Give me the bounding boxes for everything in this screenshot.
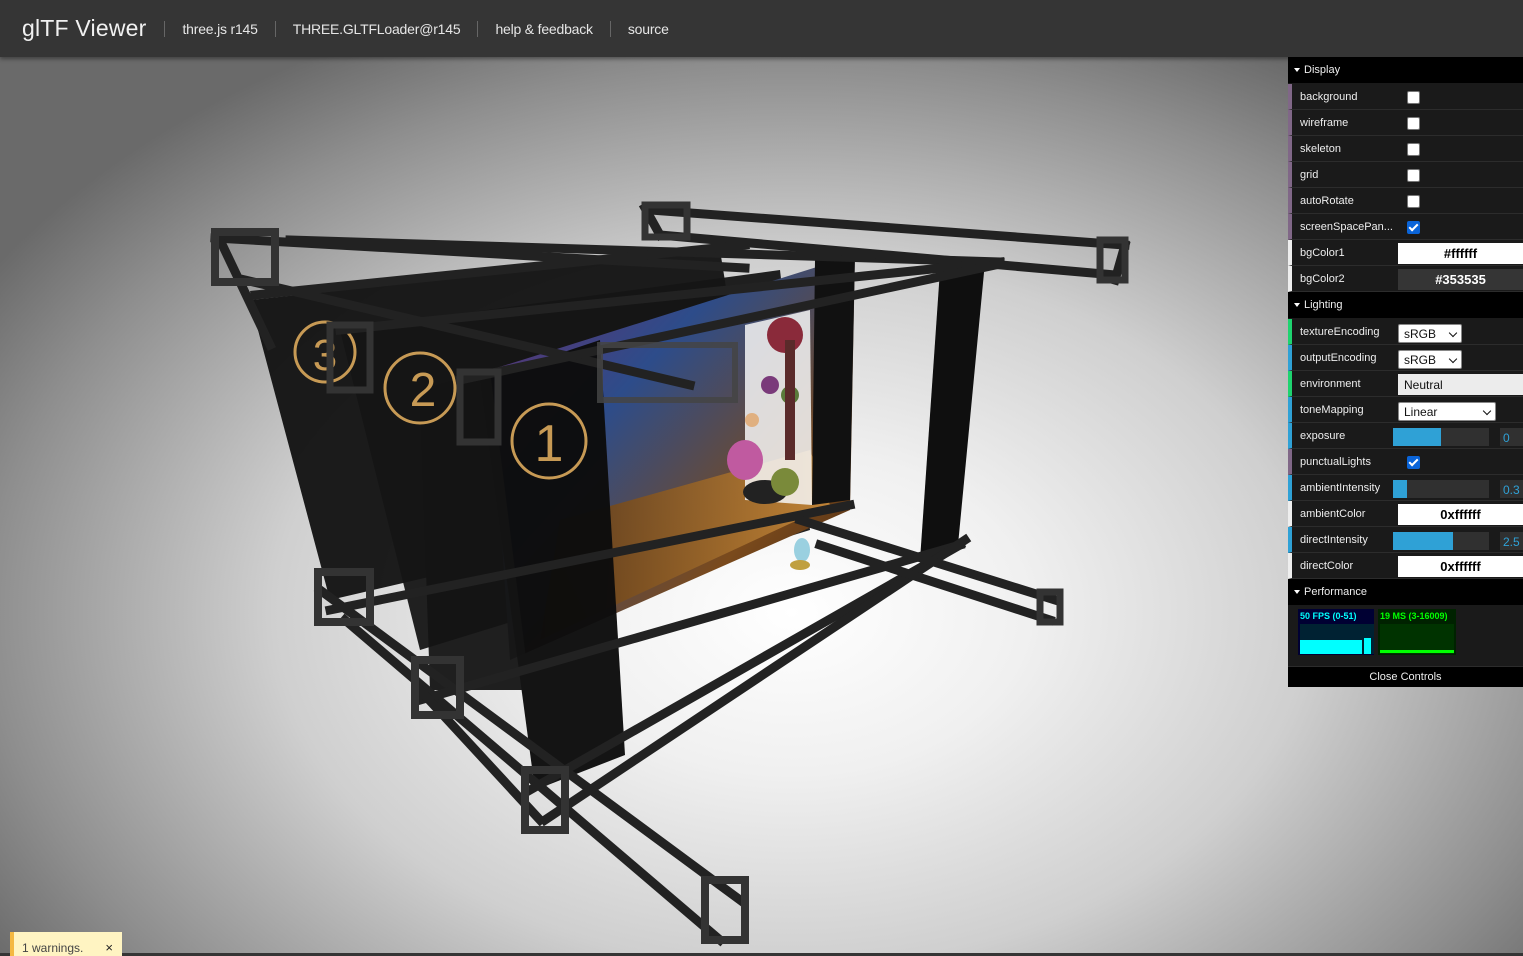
control-label: ambientIntensity (1300, 482, 1381, 494)
control-label: textureEncoding (1300, 326, 1380, 338)
control-grid: grid (1288, 162, 1523, 188)
control-tonemapping: toneMapping Linear (1288, 397, 1523, 423)
directcolor-input[interactable]: 0xffffff (1398, 556, 1523, 577)
folder-lighting[interactable]: Lighting (1288, 292, 1523, 319)
chevron-down-icon (1448, 328, 1458, 338)
link-threejs-version[interactable]: three.js r145 (165, 21, 274, 37)
slider-fill (1393, 428, 1441, 446)
link-gltfloader-version[interactable]: THREE.GLTFLoader@r145 (276, 21, 478, 37)
control-label: directIntensity (1300, 534, 1368, 546)
folder-display-title: Display (1304, 64, 1341, 76)
control-exposure: exposure 0 (1288, 423, 1523, 449)
folder-display[interactable]: Display (1288, 57, 1523, 84)
fps-graph[interactable]: 50 FPS (0-51) (1298, 609, 1374, 655)
control-screenspacepan: screenSpacePan... (1288, 214, 1523, 240)
control-label: punctualLights (1300, 456, 1371, 468)
control-label: bgColor2 (1300, 273, 1345, 285)
ms-graph[interactable]: 19 MS (3-16009) (1378, 609, 1456, 655)
control-label: toneMapping (1300, 404, 1364, 416)
control-outputencoding: outputEncoding sRGB (1288, 345, 1523, 371)
control-label: environment (1300, 378, 1361, 390)
control-label: outputEncoding (1300, 352, 1377, 364)
background-checkbox[interactable] (1407, 91, 1420, 104)
directintensity-slider[interactable] (1393, 532, 1489, 550)
badge-3-number: 3 (313, 331, 337, 380)
app-title: glTF Viewer (22, 15, 147, 41)
select-value: Linear (1404, 405, 1438, 419)
ambientintensity-slider[interactable] (1393, 480, 1489, 498)
control-label: autoRotate (1300, 195, 1354, 207)
control-label: exposure (1300, 430, 1346, 442)
close-controls-button[interactable]: Close Controls (1288, 667, 1523, 687)
chevron-down-icon (1448, 354, 1458, 364)
ambientintensity-input[interactable]: 0.3 (1500, 480, 1523, 498)
exposure-slider[interactable] (1393, 428, 1489, 446)
control-label: skeleton (1300, 143, 1341, 155)
center-pillar (812, 252, 855, 505)
control-label: grid (1300, 169, 1319, 181)
control-skeleton: skeleton (1288, 136, 1523, 162)
control-label: bgColor1 (1300, 247, 1345, 259)
folder-performance[interactable]: Performance (1288, 579, 1523, 606)
control-label: wireframe (1300, 117, 1349, 129)
performance-stats: 50 FPS (0-51) 19 MS (3-16009) (1288, 606, 1523, 667)
badge-1-number: 1 (535, 415, 564, 473)
bgcolor2-input[interactable]: #353535 (1398, 269, 1523, 290)
app-header: glTF Viewer three.js r145 THREE.GLTFLoad… (0, 0, 1523, 57)
screenspacepan-checkbox[interactable] (1407, 221, 1420, 234)
chevron-down-icon (1482, 406, 1492, 416)
badge-2-number: 2 (410, 364, 437, 417)
control-autorotate: autoRotate (1288, 188, 1523, 214)
right-pillar (920, 262, 985, 560)
textureencoding-select[interactable]: sRGB (1398, 324, 1462, 343)
tonemapping-select[interactable]: Linear (1398, 402, 1496, 421)
folder-lighting-title: Lighting (1304, 299, 1343, 311)
control-bgcolor2: bgColor2 #353535 (1288, 266, 1523, 292)
control-label: directColor (1300, 560, 1354, 572)
ambientcolor-input[interactable]: 0xffffff (1398, 504, 1523, 525)
slider-fill (1393, 480, 1408, 498)
punctuallights-checkbox[interactable] (1407, 456, 1420, 469)
control-directcolor: directColor 0xffffff (1288, 553, 1523, 579)
fps-graph-bar (1300, 640, 1362, 654)
control-background: background (1288, 84, 1523, 110)
link-help-feedback[interactable]: help & feedback (478, 21, 609, 37)
control-environment: environment Neutral (1288, 371, 1523, 397)
control-directintensity: directIntensity 2.5 (1288, 527, 1523, 553)
control-ambientcolor: ambientColor 0xffffff (1288, 501, 1523, 527)
ms-graph-bar (1380, 650, 1454, 653)
select-value: sRGB (1404, 353, 1437, 367)
control-bgcolor1: bgColor1 #ffffff (1288, 240, 1523, 266)
controls-panel: Display background wireframe skeleton gr… (1288, 57, 1523, 687)
control-label: background (1300, 91, 1358, 103)
skeleton-checkbox[interactable] (1407, 143, 1420, 156)
wireframe-checkbox[interactable] (1407, 117, 1420, 130)
fps-text: 50 FPS (0-51) (1300, 611, 1357, 621)
link-source[interactable]: source (611, 21, 686, 37)
fps-graph-bar (1364, 638, 1371, 654)
control-textureencoding: textureEncoding sRGB (1288, 319, 1523, 345)
grid-checkbox[interactable] (1407, 169, 1420, 182)
environment-select[interactable]: Neutral (1398, 374, 1523, 395)
control-ambientintensity: ambientIntensity 0.3 (1288, 475, 1523, 501)
control-label: ambientColor (1300, 508, 1366, 520)
exposure-input[interactable]: 0 (1500, 428, 1523, 446)
select-value: sRGB (1404, 327, 1437, 341)
directintensity-input[interactable]: 2.5 (1500, 532, 1523, 550)
autorotate-checkbox[interactable] (1407, 195, 1420, 208)
control-label: screenSpacePan... (1300, 221, 1393, 233)
folder-performance-title: Performance (1304, 586, 1367, 598)
control-punctuallights: punctualLights (1288, 449, 1523, 475)
bgcolor1-input[interactable]: #ffffff (1398, 243, 1523, 264)
control-wireframe: wireframe (1288, 110, 1523, 136)
outputencoding-select[interactable]: sRGB (1398, 350, 1462, 369)
ms-text: 19 MS (3-16009) (1380, 611, 1448, 621)
slider-fill (1393, 532, 1453, 550)
warnings-toast[interactable]: 1 warnings. × (10, 932, 122, 956)
